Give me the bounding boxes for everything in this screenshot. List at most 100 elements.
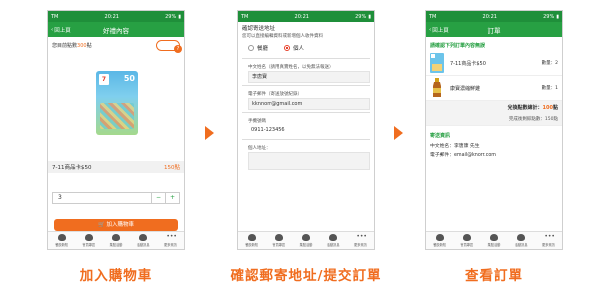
back-label: 回上頁 [54,27,71,34]
step3-caption: 查看訂單 [465,268,523,284]
battery-icon: ▮ [368,13,371,20]
points-value: 300 [77,43,87,49]
gift-card-thumbnail [430,53,444,73]
battery-label: 29% [543,13,555,20]
megaphone-icon [329,234,338,241]
status-bar: TM 20:21 29% ▮ [426,11,562,22]
address-label: 個人地址： [248,146,271,151]
back-button[interactable]: ‹ 回上頁 [48,26,71,34]
member-icon [274,234,283,241]
tab-member[interactable]: 會員專區 [457,234,477,247]
section-note: 您可以直接編輯資料或新增個人收件資料 [242,34,323,39]
tab-more[interactable]: ••• 更多資訊 [350,233,370,248]
gift-icon [301,234,310,241]
food-icon [435,234,444,241]
tab-events[interactable]: 活動訊息 [133,234,153,247]
tab-points[interactable]: 集點活動 [106,234,126,247]
tab-bar: 餐飲新知 會員專區 集點活動 活動訊息 ••• 更多資訊 [48,231,184,249]
total-prefix: 兌換點數總計： [507,105,543,111]
food-icon [247,234,256,241]
carrier-label: TM [429,13,437,20]
more-icon: ••• [356,233,367,240]
item-name: 康寶濃縮鮮雞 [450,85,481,92]
gift-icon [489,234,498,241]
decrease-button[interactable]: − [151,193,165,203]
phone-screen-order: TM 20:21 29% ▮ ‹ 回上頁 訂單 請確認下列訂單內容無誤 7-11商品… [425,10,563,250]
status-time: 20:21 [104,13,119,20]
tab-news[interactable]: 餐飲新知 [52,234,72,247]
points-prefix: 您目前點數 [52,43,78,49]
battery-label: 29% [165,13,177,20]
cart-icon: 🛒 [97,222,105,228]
radio-off-icon [248,45,254,51]
add-to-cart-label: 加入購物車 [106,222,135,228]
tab-member[interactable]: 會員專區 [269,234,289,247]
radio-restaurant[interactable]: 餐廳 [248,44,268,52]
address-field[interactable] [248,152,370,170]
tab-more[interactable]: ••• 更多資訊 [538,233,558,248]
radio-personal[interactable]: 個人 [284,44,304,52]
back-label: 回上頁 [432,27,449,34]
card-illustration [100,103,134,129]
more-icon: ••• [544,233,555,240]
shipping-title: 寄送資訊 [426,125,562,141]
battery-label: 29% [355,13,367,20]
name-field[interactable]: 李唐寶 [248,71,370,83]
phone-screen-address: TM 20:21 29% ▮ 確認寄送地址 您可以直接編輯資料或新增個人收件資料 … [237,10,375,250]
tab-points[interactable]: 集點活動 [484,234,504,247]
email-label: 電子郵件（寄送放號紀錄） [248,92,302,97]
order-item: 7-11商品卡$50 數量：2 [426,51,562,76]
divider [242,58,370,59]
product-points: 150點 [164,165,180,171]
remaining-points: 完成後剩餘點數：150點 [508,117,558,122]
order-heading: 請確認下列訂單內容無誤 [430,43,486,49]
product-name: 7-11商品卡$50 [52,165,92,171]
step-arrow-icon [394,126,403,140]
phone-field[interactable]: 0911-123456 [248,125,370,137]
step1-caption: 加入購物車 [79,268,153,284]
tab-member[interactable]: 會員專區 [79,234,99,247]
tab-bar: 餐飲新知 會員專區 集點活動 活動訊息 ••• 更多資訊 [426,231,562,249]
tab-bar: 餐飲新知 會員專區 集點活動 活動訊息 ••• 更多資訊 [238,231,374,249]
shipping-email: 電子郵件：email@knorr.com [430,153,496,158]
points-summary: 您目前點數300點 ? [48,37,184,54]
points-suffix: 點 [86,43,92,49]
divider [242,112,370,113]
gift-icon [111,234,120,241]
food-icon [57,234,66,241]
increase-button[interactable]: + [165,193,179,203]
add-to-cart-button[interactable]: 🛒 加入購物車 [54,219,178,231]
tab-events[interactable]: 活動訊息 [323,234,343,247]
tab-news[interactable]: 餐飲新知 [430,234,450,247]
radio-on-icon [284,45,291,51]
tab-events[interactable]: 活動訊息 [511,234,531,247]
product-row: 7-11商品卡$50 150點 [48,161,184,173]
item-quantity: 數量：1 [541,86,558,91]
item-name: 7-11商品卡$50 [450,60,486,67]
name-label: 中文姓名（請用真實姓名，以免無法報送） [248,65,334,70]
section-title: 確認寄送地址 [242,26,276,32]
recipient-type-group: 餐廳 個人 [238,40,374,56]
sauce-bottle-thumbnail [433,78,441,97]
step2-caption: 確認郵寄地址/提交訂單 [230,268,382,284]
email-field[interactable]: kknnorr@gmail.com [248,98,370,110]
brand-logo: 7 [99,74,109,85]
cart-toggle[interactable]: ? [156,40,182,53]
tab-points[interactable]: 集點活動 [296,234,316,247]
carrier-label: TM [241,13,249,20]
total-suffix: 點 [552,105,558,111]
chevron-left-icon: ‹ [429,26,432,33]
shipping-name: 中文姓名：李唐康 先生 [430,144,480,149]
member-icon [84,234,93,241]
carrier-label: TM [51,13,59,20]
tab-news[interactable]: 餐飲新知 [242,234,262,247]
order-totals: 兌換點數總計：100點 完成後剩餘點數：150點 [426,101,562,125]
quantity-input[interactable]: 3 [53,193,151,203]
status-bar: TM 20:21 29% ▮ [238,11,374,22]
chevron-left-icon: ‹ [51,26,54,33]
phone-label: 手機號碼 [248,119,266,124]
status-time: 20:21 [294,13,309,20]
tab-more[interactable]: ••• 更多資訊 [160,234,180,248]
megaphone-icon [517,234,526,241]
back-button[interactable]: ‹ 回上頁 [426,26,449,34]
